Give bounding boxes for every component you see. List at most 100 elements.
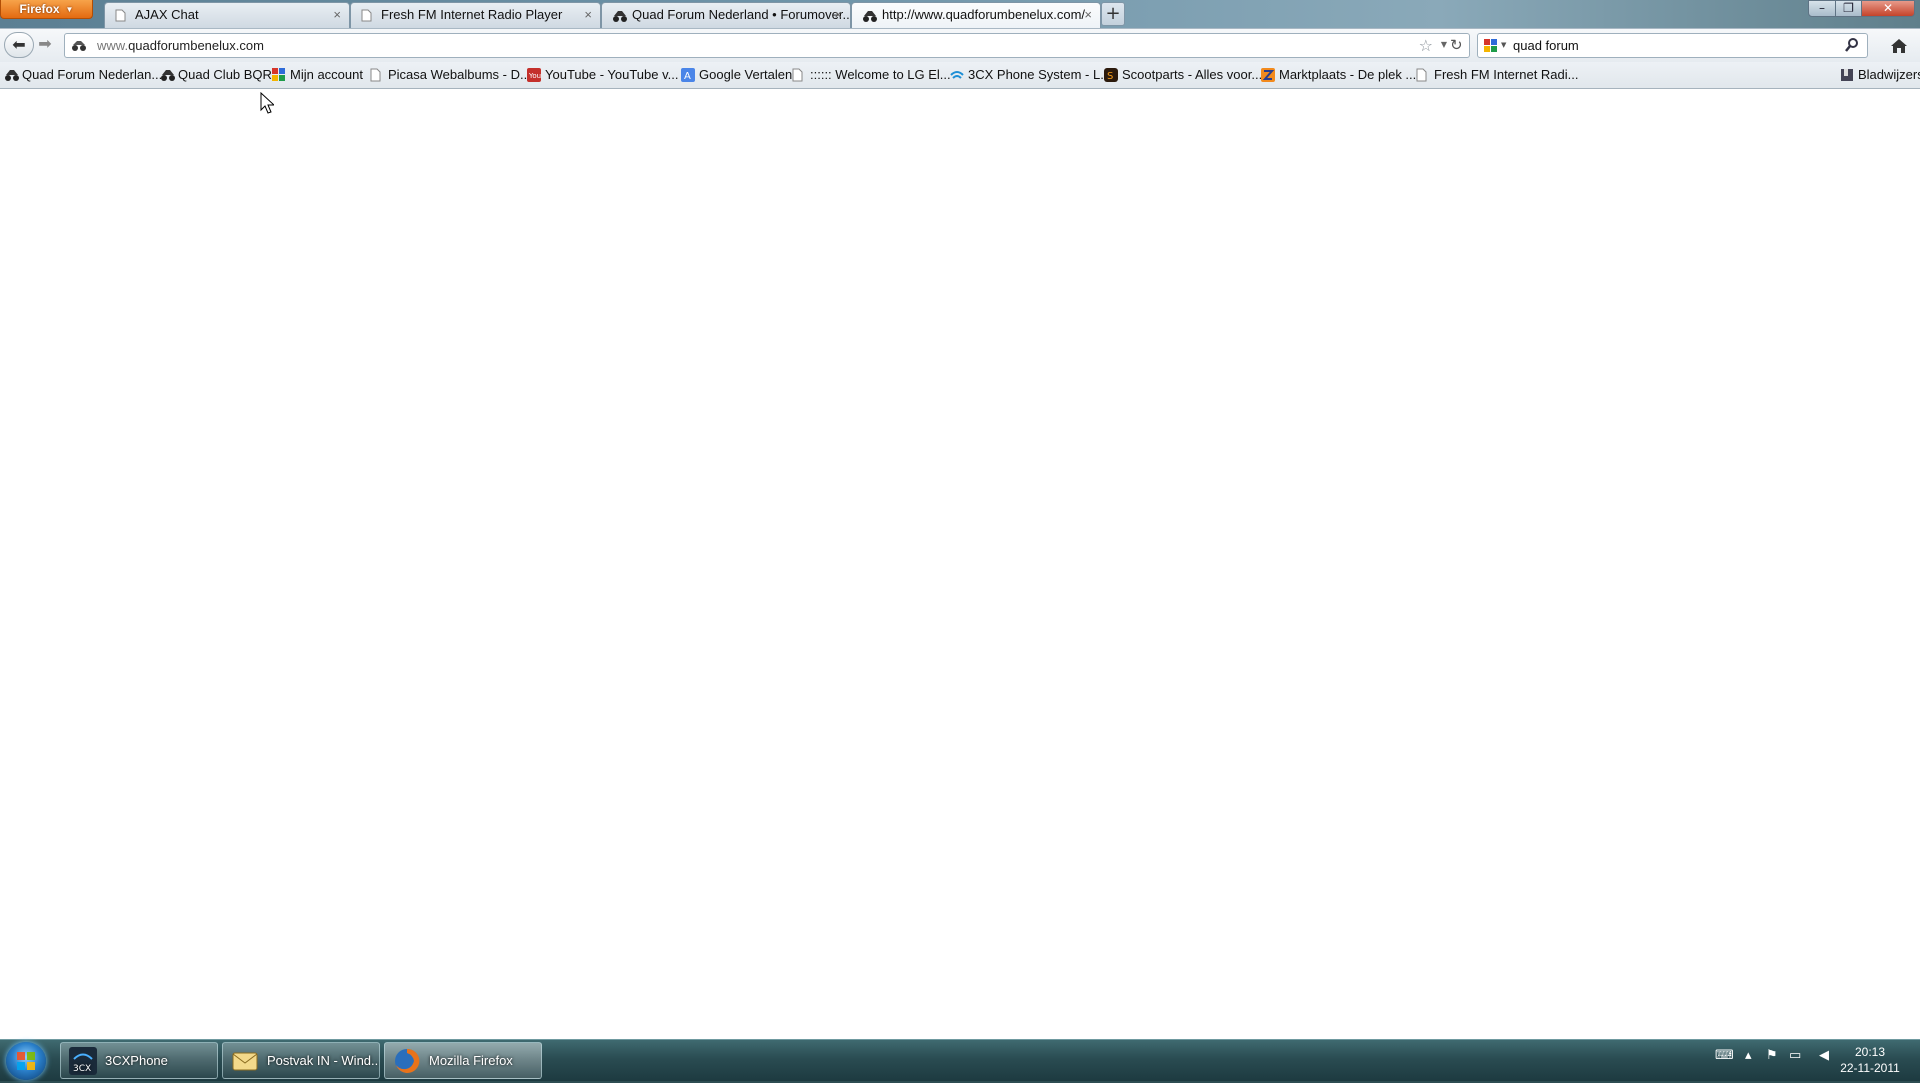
reload-icon[interactable]: ↻ — [1450, 36, 1463, 54]
arrow-right-icon: ➡ — [38, 34, 52, 53]
page-icon — [1416, 68, 1430, 82]
windows-logo-icon — [17, 1052, 35, 1070]
tab-quad-forum-nederland[interactable]: Quad Forum Nederland • Forumover... × — [601, 2, 851, 28]
taskbar-item-firefox[interactable]: Mozilla Firefox — [384, 1042, 542, 1079]
bookmark-label: Google Vertalen — [699, 67, 793, 82]
bookmark-mijn-account[interactable]: Mijn account — [270, 65, 363, 85]
bookmark-youtube[interactable]: You YouTube - YouTube v... — [525, 65, 678, 85]
bookmarks-icon — [1840, 68, 1854, 82]
url-bar[interactable]: www.quadforumbenelux.com ☆ ▼ — [64, 33, 1470, 58]
bookmark-label: Mijn account — [290, 67, 363, 82]
page-icon — [115, 9, 127, 23]
chevron-up-icon[interactable]: ▴ — [1745, 1048, 1752, 1063]
taskbar: 3CX 3CXPhone Postvak IN - Wind... Mozill… — [0, 1039, 1920, 1081]
quad-icon — [612, 9, 627, 23]
page-icon — [792, 68, 806, 82]
firefox-menu-label: Firefox — [19, 2, 60, 16]
tab-title: AJAX Chat — [135, 7, 199, 22]
bookmarks-toolbar: Quad Forum Nederlan... Quad Club BQR Mij… — [0, 62, 1920, 89]
tab-fresh-fm[interactable]: Fresh FM Internet Radio Player × — [350, 2, 601, 28]
bookmark-quad-club-bqr[interactable]: Quad Club BQR — [158, 65, 272, 85]
close-icon[interactable]: × — [584, 3, 592, 27]
search-icon[interactable] — [1844, 37, 1860, 56]
bookmark-label: Scootparts - Alles voor... — [1122, 67, 1263, 82]
keyboard-icon[interactable]: ⌨ — [1715, 1048, 1734, 1063]
maximize-window-button[interactable]: ❐ — [1835, 0, 1862, 17]
url-prefix: www. — [97, 38, 129, 53]
page-content[interactable] — [0, 89, 1920, 1039]
chevron-down-icon: ▼ — [65, 5, 74, 14]
quad-icon[interactable] — [71, 39, 87, 55]
translate-icon: A — [681, 68, 695, 82]
bookmark-fresh-fm[interactable]: Fresh FM Internet Radi... — [1414, 65, 1579, 85]
quad-icon — [4, 68, 19, 82]
3cx-icon — [950, 68, 964, 82]
bookmark-label: YouTube - YouTube v... — [545, 67, 679, 82]
bookmark-lg-electronics[interactable]: :::::: Welcome to LG El... — [790, 65, 951, 85]
tab-quadforumbenelux[interactable]: http://www.quadforumbenelux.com/ × — [851, 2, 1101, 28]
bookmark-3cx-phone-system[interactable]: 3CX Phone System - L... — [948, 65, 1111, 85]
new-tab-button[interactable]: + — [1101, 2, 1125, 26]
volume-icon[interactable]: ◀ — [1819, 1048, 1829, 1063]
title-bar: Firefox ▼ AJAX Chat × Fresh FM Internet R… — [0, 0, 1920, 28]
bookmark-star-icon[interactable]: ☆ — [1419, 36, 1433, 55]
close-icon[interactable]: × — [333, 3, 341, 27]
bookmark-picasa[interactable]: Picasa Webalbums - D... — [368, 65, 531, 85]
close-window-button[interactable]: ✕ — [1861, 0, 1915, 17]
youtube-icon: You — [527, 68, 541, 82]
url-text[interactable]: www.quadforumbenelux.com — [97, 34, 264, 57]
scootparts-icon: S — [1104, 68, 1118, 82]
firefox-icon — [393, 1047, 421, 1075]
bookmark-label: Picasa Webalbums - D... — [388, 67, 531, 82]
clock-date: 22-11-2011 — [1840, 1061, 1900, 1075]
taskbar-item-label: Postvak IN - Wind... — [267, 1053, 380, 1068]
bookmarks-menu-button[interactable]: Bladwijzers — [1838, 65, 1920, 85]
system-clock[interactable]: 20:13 22-11-2011 — [1830, 1044, 1910, 1076]
minimize-window-button[interactable]: – — [1808, 0, 1836, 17]
bookmark-label: Quad Club BQR — [178, 67, 272, 82]
taskbar-item-label: Mozilla Firefox — [429, 1053, 513, 1068]
taskbar-item-3cxphone[interactable]: 3CX 3CXPhone — [60, 1042, 218, 1079]
marktplaats-icon — [1261, 68, 1275, 82]
forward-button[interactable]: ➡ — [33, 32, 57, 58]
bookmark-label: Marktplaats - De plek ... — [1279, 67, 1417, 82]
home-button[interactable] — [1885, 33, 1913, 58]
taskbar-item-outlook[interactable]: Postvak IN - Wind... — [222, 1042, 380, 1079]
quad-icon — [160, 68, 175, 82]
home-icon — [1891, 39, 1907, 53]
taskbar-item-label: 3CXPhone — [105, 1053, 168, 1068]
bookmark-label: Fresh FM Internet Radi... — [1434, 67, 1579, 82]
navigation-bar: ⬅ ➡ www.quadforumbenelux.com ☆ ▼ ↻ ▼ qua… — [0, 28, 1920, 62]
close-icon[interactable]: × — [834, 3, 842, 27]
network-icon[interactable]: ▭ — [1789, 1048, 1801, 1063]
start-button[interactable] — [6, 1042, 46, 1080]
search-bar[interactable]: ▼ quad forum — [1477, 33, 1868, 58]
google-icon[interactable] — [1483, 38, 1499, 57]
back-button[interactable]: ⬅ — [4, 32, 34, 58]
action-center-flag-icon[interactable]: ⚑ — [1766, 1048, 1778, 1063]
tab-ajax-chat[interactable]: AJAX Chat × — [104, 2, 350, 28]
bookmark-marktplaats[interactable]: Marktplaats - De plek ... — [1259, 65, 1416, 85]
bookmark-scootparts[interactable]: S Scootparts - Alles voor... — [1102, 65, 1262, 85]
page-icon — [370, 68, 384, 82]
svg-text:3CX: 3CX — [73, 1064, 91, 1074]
chevron-down-icon[interactable]: ▼ — [1441, 40, 1447, 49]
bookmark-label: Quad Forum Nederlan... — [22, 67, 163, 82]
search-input[interactable]: quad forum — [1513, 34, 1579, 57]
bookmark-quad-forum-nederland[interactable]: Quad Forum Nederlan... — [2, 65, 162, 85]
svg-text:You: You — [528, 72, 541, 80]
quad-icon — [862, 9, 877, 23]
chevron-down-icon[interactable]: ▼ — [1501, 41, 1506, 49]
tab-title: http://www.quadforumbenelux.com/ — [882, 7, 1086, 22]
close-icon[interactable]: × — [1084, 3, 1092, 27]
google-icon — [272, 68, 286, 82]
bookmark-label: :::::: Welcome to LG El... — [810, 67, 951, 82]
clock-time: 20:13 — [1854, 1045, 1886, 1059]
firefox-menu-button[interactable]: Firefox ▼ — [0, 0, 93, 19]
url-host: quadforumbenelux.com — [128, 38, 264, 53]
bookmark-label: 3CX Phone System - L... — [968, 67, 1112, 82]
svg-text:A: A — [684, 71, 691, 82]
mouse-cursor-icon — [260, 91, 276, 117]
bookmark-google-vertalen[interactable]: A Google Vertalen — [679, 65, 792, 85]
arrow-left-icon: ⬅ — [12, 35, 26, 54]
